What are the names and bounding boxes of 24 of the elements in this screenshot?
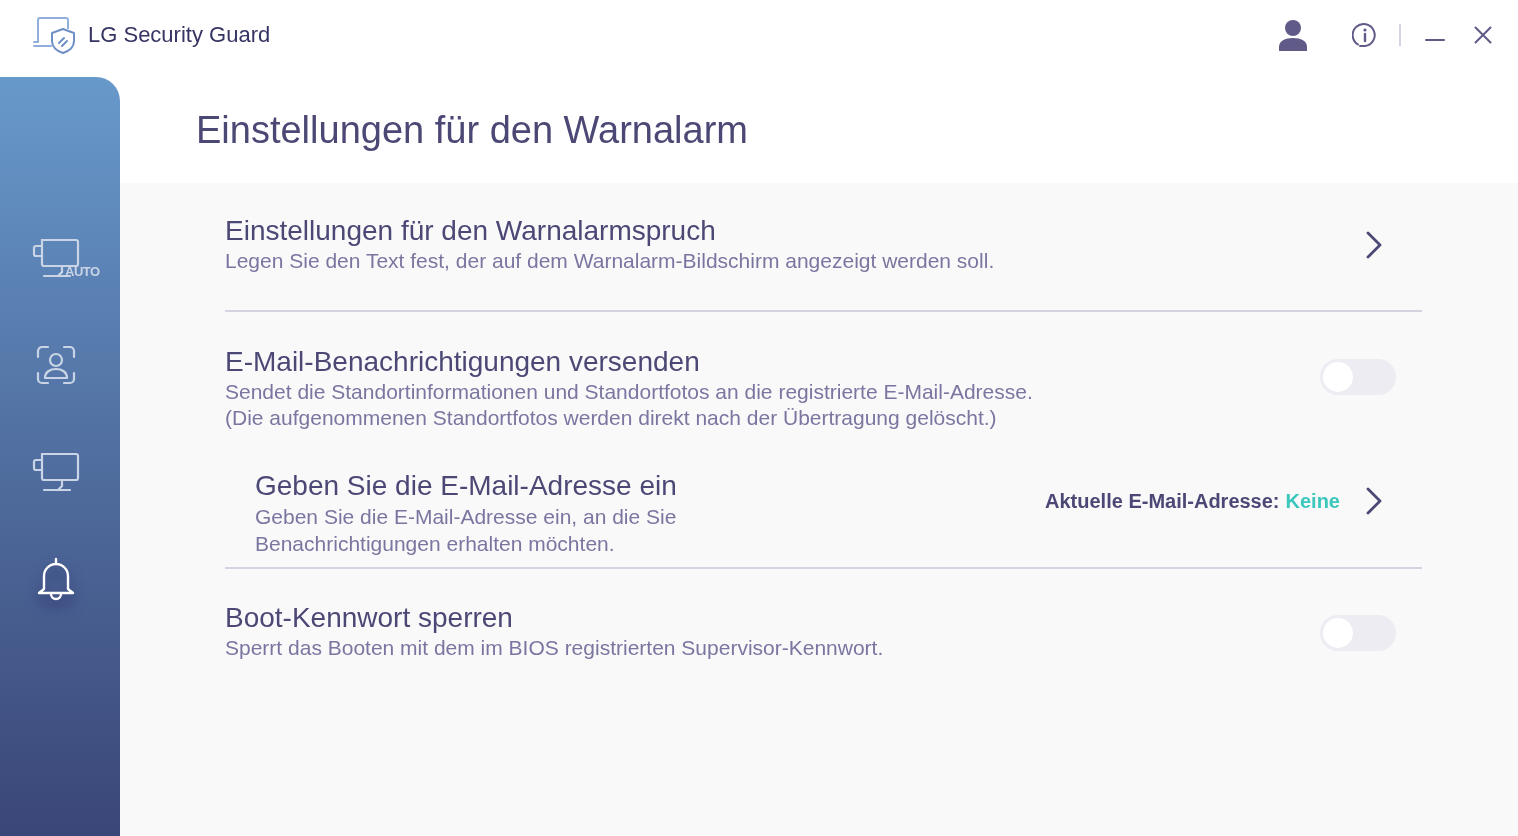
setting-description: Sendet die Standortinformationen und Standortfotos an die registrierte E-Mail-Adresse. — [225, 379, 1033, 405]
monitor-icon — [32, 452, 80, 492]
minimize-icon[interactable] — [1425, 37, 1445, 42]
chevron-right-icon — [1366, 231, 1382, 259]
setting-description: Legen Sie den Text fest, der auf dem Warnalarm-Bildschirm angezeigt werden soll. — [225, 248, 995, 274]
current-email-value: Keine — [1285, 489, 1340, 514]
face-scan-icon — [36, 345, 76, 385]
close-icon[interactable] — [1474, 25, 1492, 44]
info-icon[interactable] — [1352, 21, 1378, 48]
nav-button[interactable]: AUTO — [6, 228, 106, 288]
setting-description: Sperrt das Booten mit dem im BIOS registrierten Supervisor-Kennwort. — [225, 635, 884, 661]
chevron-right-icon — [1366, 487, 1382, 515]
laptop-shield-logo-icon — [32, 15, 76, 54]
user-icon[interactable] — [1278, 18, 1308, 51]
setting-title: Geben Sie die E-Mail-Adresse ein — [255, 471, 678, 501]
setting-description: (Die aufgenommenen Standortfotos werden direkt nach der Übertragung gelöscht.) — [225, 405, 998, 431]
setting-title: Boot-Kennwort sperren — [225, 603, 514, 633]
setting-title: E-Mail-Benachrichtigungen versenden — [225, 347, 701, 377]
setting-title: Einstellungen für den Warnalarmspruch — [225, 216, 717, 246]
app-title: LG Security Guard — [88, 21, 271, 49]
page-title: Einstellungen für den Warnalarm — [196, 108, 748, 152]
setting-description: Geben Sie die E-Mail-Adresse ein, an die Sie Benachrichtigungen erhalten möchten. — [255, 504, 678, 557]
current-email-label: Aktuelle E-Mail-Adresse: — [1045, 489, 1280, 514]
bell-icon — [36, 557, 76, 601]
